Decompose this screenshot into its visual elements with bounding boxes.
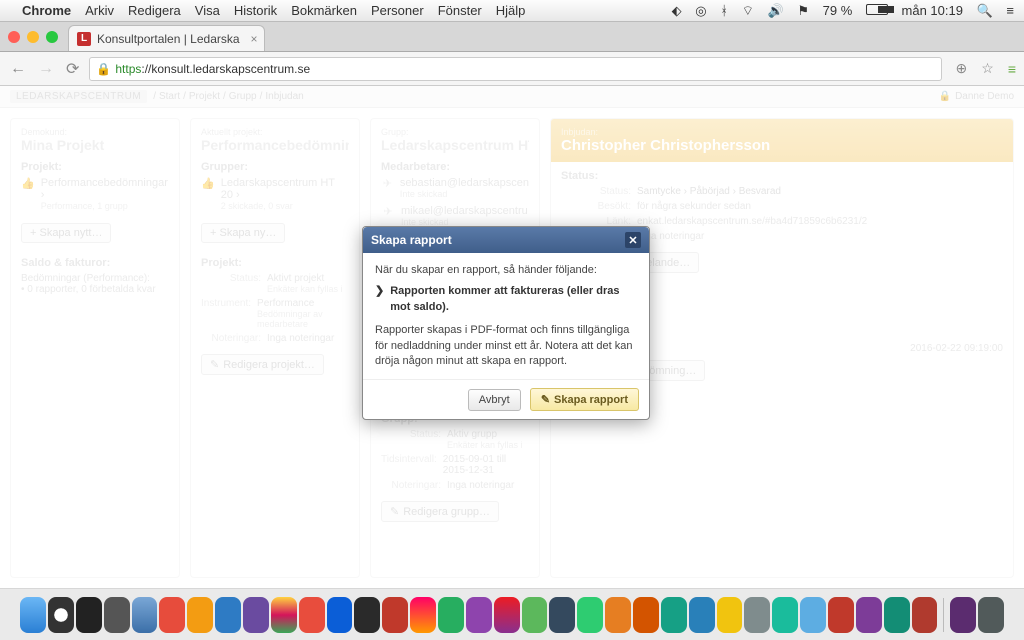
app-icon[interactable] (215, 597, 241, 633)
app-icon[interactable] (327, 597, 353, 633)
minimize-window-button[interactable] (27, 31, 39, 43)
utorrent-icon[interactable] (633, 597, 659, 633)
favicon-icon: L (77, 32, 91, 46)
excel-icon[interactable] (522, 597, 548, 633)
app-icon[interactable] (661, 597, 687, 633)
url-rest: ://konsult.ledarskapscentrum.se (141, 62, 310, 76)
chevron-right-icon: ❯ (375, 284, 384, 315)
lock-icon: 🔒 (96, 62, 111, 76)
forward-button[interactable]: → (36, 60, 56, 78)
dialog-title: Skapa rapport (371, 233, 452, 247)
menubar-item[interactable]: Fönster (438, 3, 482, 18)
app-icon[interactable] (717, 597, 743, 633)
page-body: LEDARSKAPSCENTRUM / Start / Projekt / Gr… (0, 86, 1024, 588)
app-icon[interactable] (912, 597, 938, 633)
menubar-right: ⬖ ◎ ᚼ ⌔ 🔊 ⚑ 79 % mån 10:19 🔍 ≡ (662, 3, 1014, 19)
back-button[interactable]: ← (8, 60, 28, 78)
volume-icon[interactable]: 🔊 (768, 3, 784, 19)
zoom-indicator-icon[interactable]: ⊕ (956, 60, 968, 77)
downloads-stack-icon[interactable] (950, 597, 976, 633)
tab-title: Konsultportalen | Ledarska (97, 32, 240, 46)
app-icon[interactable] (494, 597, 520, 633)
spotlight-icon[interactable]: 🔍 (977, 3, 993, 19)
dialog-bullet: Rapporten kommer att faktureras (eller d… (390, 284, 637, 315)
chrome-tab-strip: L Konsultportalen | Ledarska × (0, 22, 1024, 52)
notification-center-icon[interactable]: ≡ (1006, 3, 1014, 18)
app-icon[interactable] (438, 597, 464, 633)
menubar-item[interactable]: Visa (195, 3, 220, 18)
flag-icon[interactable]: ⚑ (797, 3, 809, 19)
battery-percent: 79 % (823, 3, 853, 18)
bookmark-star-icon[interactable]: ☆ (981, 60, 994, 77)
chrome-icon[interactable] (271, 597, 297, 633)
app-icon[interactable] (856, 597, 882, 633)
app-icon[interactable] (605, 597, 631, 633)
create-report-dialog: Skapa rapport ✕ När du skapar en rapport… (362, 226, 650, 420)
app-icon[interactable] (577, 597, 603, 633)
dialog-intro: När du skapar en rapport, så händer följ… (375, 263, 637, 278)
app-icon[interactable] (299, 597, 325, 633)
dropbox-icon[interactable]: ⬖ (672, 3, 682, 19)
menubar-app-name[interactable]: Chrome (22, 3, 71, 18)
trash-icon[interactable] (978, 597, 1004, 633)
chrome-menu-icon[interactable]: ≡ (1008, 61, 1016, 77)
window-controls (8, 31, 58, 43)
app-icon[interactable] (48, 597, 74, 633)
menubar-item[interactable]: Hjälp (496, 3, 526, 18)
reload-button[interactable]: ⟳ (64, 59, 81, 79)
menubar-item[interactable]: Redigera (128, 3, 181, 18)
app-icon[interactable] (549, 597, 575, 633)
cancel-button[interactable]: Avbryt (468, 389, 521, 411)
battery-icon[interactable] (866, 4, 888, 15)
onenote-icon[interactable] (466, 597, 492, 633)
dock-separator (943, 598, 944, 632)
close-window-button[interactable] (8, 31, 20, 43)
create-report-label: Skapa rapport (554, 394, 628, 406)
clock[interactable]: mån 10:19 (902, 3, 963, 18)
browser-tab[interactable]: L Konsultportalen | Ledarska × (68, 25, 265, 51)
app-icon[interactable] (689, 597, 715, 633)
app-icon[interactable] (410, 597, 436, 633)
app-icon[interactable] (884, 597, 910, 633)
zoom-window-button[interactable] (46, 31, 58, 43)
dialog-paragraph: Rapporter skapas i PDF-format och finns … (375, 323, 637, 369)
menubar-item[interactable]: Personer (371, 3, 424, 18)
menubar-item[interactable]: Historik (234, 3, 277, 18)
terminal-icon[interactable] (76, 597, 102, 633)
app-icon[interactable] (828, 597, 854, 633)
dialog-footer: Avbryt ✎ Skapa rapport (363, 379, 649, 419)
url-scheme: https (115, 62, 141, 76)
menubar-item[interactable]: Arkiv (85, 3, 114, 18)
create-report-button[interactable]: ✎ Skapa rapport (530, 388, 639, 411)
pencil-icon: ✎ (541, 393, 550, 406)
skype-icon[interactable] (800, 597, 826, 633)
bluetooth-icon[interactable]: ᚼ (720, 3, 728, 18)
close-tab-icon[interactable]: × (251, 32, 258, 46)
app-icon[interactable] (382, 597, 408, 633)
app-icon[interactable] (159, 597, 185, 633)
app-icon[interactable] (354, 597, 380, 633)
app-icon[interactable] (744, 597, 770, 633)
wifi-icon[interactable]: ⌔ (742, 3, 754, 19)
dialog-close-button[interactable]: ✕ (625, 232, 641, 248)
finder-icon[interactable] (20, 597, 46, 633)
dock (0, 588, 1024, 640)
sync-icon[interactable]: ◎ (695, 3, 706, 19)
app-icon[interactable] (772, 597, 798, 633)
mac-menubar: Chrome Arkiv Redigera Visa Historik Bokm… (0, 0, 1024, 22)
rstudio-icon[interactable] (132, 597, 158, 633)
app-icon[interactable] (187, 597, 213, 633)
chrome-toolbar: ← → ⟳ 🔒 https ://konsult.ledarskapscentr… (0, 52, 1024, 86)
dialog-titlebar: Skapa rapport ✕ (363, 227, 649, 253)
address-bar[interactable]: 🔒 https ://konsult.ledarskapscentrum.se (89, 57, 941, 81)
dialog-body: När du skapar en rapport, så händer följ… (363, 253, 649, 379)
php-icon[interactable] (243, 597, 269, 633)
menubar-item[interactable]: Bokmärken (291, 3, 357, 18)
app-icon[interactable] (104, 597, 130, 633)
